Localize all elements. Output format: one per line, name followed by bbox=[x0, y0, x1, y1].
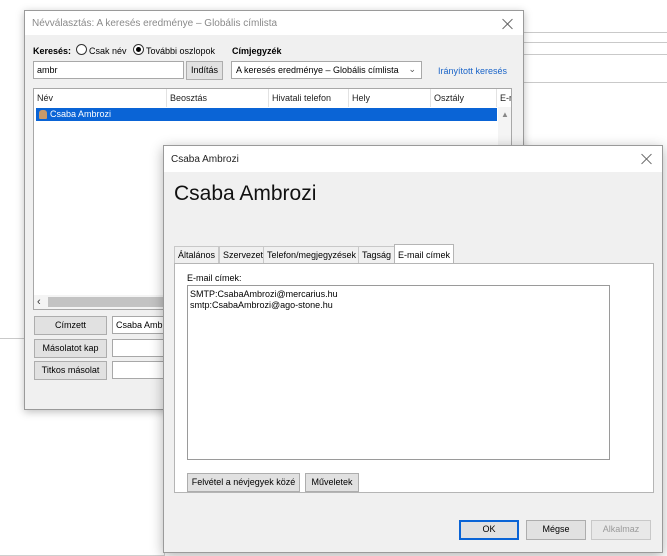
ok-button[interactable]: OK bbox=[459, 520, 519, 540]
contact-name-heading: Csaba Ambrozi bbox=[174, 182, 317, 205]
search-input[interactable]: ambr bbox=[33, 61, 184, 79]
search-label: Keresés: bbox=[33, 46, 72, 56]
address-book-select[interactable]: A keresés eredménye – Globális címlista … bbox=[231, 61, 422, 79]
title-bar: Csaba Ambrozi bbox=[164, 146, 662, 172]
email-addresses-list[interactable]: SMTP:CsabaAmbrozi@mercarius.hu smtp:Csab… bbox=[187, 285, 610, 460]
bcc-button[interactable]: Titkos másolat bbox=[34, 361, 107, 380]
chevron-down-icon: ⌄ bbox=[408, 64, 416, 74]
background-line bbox=[524, 32, 667, 33]
column-header-title[interactable]: Beosztás bbox=[167, 89, 269, 107]
background-line bbox=[524, 54, 667, 55]
tab-general[interactable]: Általános bbox=[174, 246, 220, 263]
background-line bbox=[524, 82, 667, 83]
tab-member-of[interactable]: Tagság bbox=[358, 246, 396, 263]
background-line bbox=[0, 338, 24, 339]
advanced-find-link[interactable]: Irányított keresés bbox=[438, 66, 507, 76]
column-header-email[interactable]: E-n bbox=[497, 89, 511, 107]
tab-phone-notes[interactable]: Telefon/megjegyzések bbox=[263, 246, 361, 263]
radio-more-columns-label[interactable]: További oszlopok bbox=[146, 46, 215, 56]
person-icon bbox=[39, 110, 47, 119]
tab-organization[interactable]: Szervezet bbox=[219, 246, 268, 263]
row-name: Csaba Ambrozi bbox=[50, 109, 112, 119]
column-header-location[interactable]: Hely bbox=[349, 89, 431, 107]
close-icon[interactable] bbox=[640, 152, 654, 166]
go-button[interactable]: Indítás bbox=[186, 61, 223, 80]
scroll-up-icon[interactable]: ▲ bbox=[501, 110, 509, 119]
scroll-left-icon[interactable]: ‹ bbox=[37, 295, 41, 309]
apply-button[interactable]: Alkalmaz bbox=[591, 520, 651, 540]
email-tab-panel: E-mail címek: SMTP:CsabaAmbrozi@mercariu… bbox=[174, 263, 654, 493]
add-to-contacts-button[interactable]: Felvétel a névjegyek közé bbox=[187, 473, 300, 492]
column-header-name[interactable]: Név bbox=[34, 89, 167, 107]
background-line bbox=[524, 42, 667, 43]
cancel-button[interactable]: Mégse bbox=[526, 520, 586, 540]
cc-button[interactable]: Másolatot kap bbox=[34, 339, 107, 358]
address-book-label: Címjegyzék bbox=[232, 46, 282, 56]
radio-name-only-label[interactable]: Csak név bbox=[89, 46, 127, 56]
contact-properties-dialog: Csaba Ambrozi Csaba Ambrozi Általános Sz… bbox=[163, 145, 663, 553]
email-addresses-label: E-mail címek: bbox=[187, 273, 242, 283]
to-button[interactable]: Címzett bbox=[34, 316, 107, 335]
actions-button[interactable]: Műveletek bbox=[305, 473, 359, 492]
list-item[interactable]: smtp:CsabaAmbrozi@ago-stone.hu bbox=[190, 300, 607, 311]
address-book-value: A keresés eredménye – Globális címlista bbox=[236, 65, 399, 75]
table-row[interactable]: Csaba Ambrozi bbox=[36, 108, 497, 121]
dialog-title: Csaba Ambrozi bbox=[171, 154, 239, 165]
dialog-title: Névválasztás: A keresés eredménye – Glob… bbox=[32, 18, 278, 29]
list-item[interactable]: SMTP:CsabaAmbrozi@mercarius.hu bbox=[190, 289, 607, 300]
close-icon[interactable] bbox=[501, 17, 515, 31]
radio-name-only[interactable] bbox=[76, 44, 87, 55]
tab-email-addresses[interactable]: E-mail címek bbox=[394, 244, 455, 265]
column-header-department[interactable]: Osztály bbox=[431, 89, 497, 107]
title-bar: Névválasztás: A keresés eredménye – Glob… bbox=[25, 11, 523, 35]
column-header-phone[interactable]: Hivatali telefon bbox=[269, 89, 349, 107]
background-panel bbox=[0, 410, 165, 556]
radio-more-columns[interactable] bbox=[133, 44, 144, 55]
